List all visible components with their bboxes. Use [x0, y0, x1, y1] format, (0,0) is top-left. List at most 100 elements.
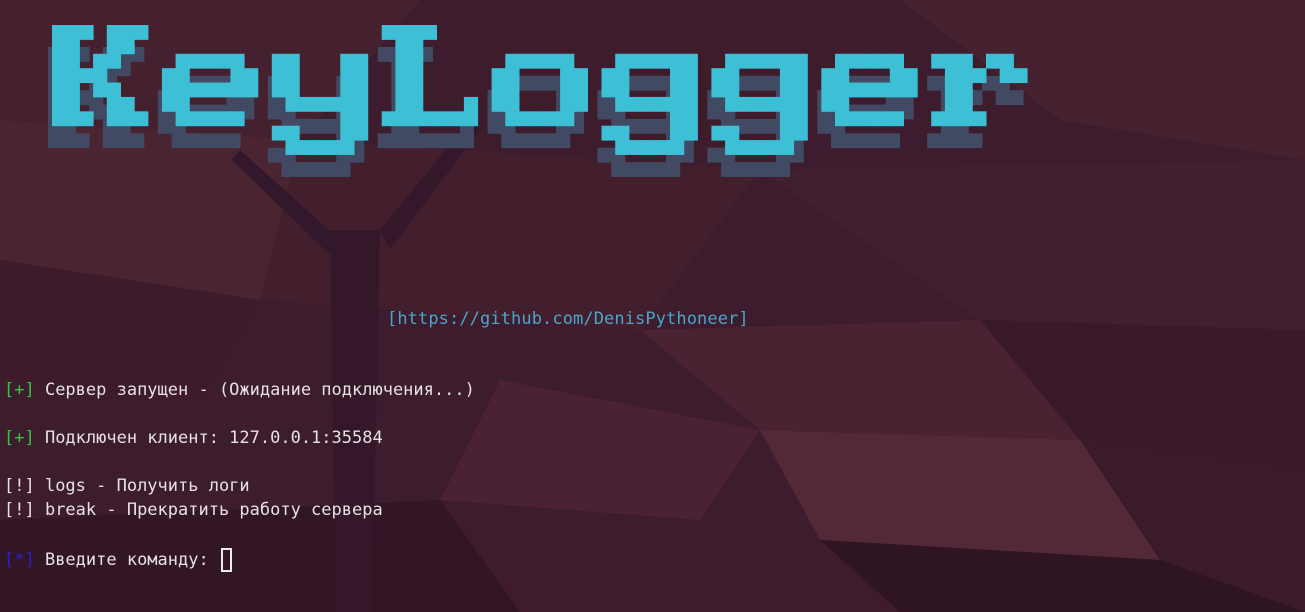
logo-pixel	[106, 53, 121, 69]
logo-pixel	[491, 68, 506, 84]
logo-pixel	[285, 68, 300, 84]
logo-shadow-pixel	[377, 47, 392, 62]
command-prompt[interactable]: [*] Введите команду:	[4, 548, 232, 572]
logo-pixel	[779, 140, 795, 155]
logo-pixel	[271, 82, 286, 98]
logo-pixel	[821, 68, 836, 84]
logo-pixel	[601, 68, 616, 84]
logo-shadow-pixel	[308, 118, 324, 134]
logo-pixel	[889, 53, 904, 69]
logo-pixel	[903, 82, 918, 98]
logo-pixel	[120, 25, 135, 40]
logo-shadow-pixel	[666, 162, 681, 177]
logo-pixel	[779, 125, 795, 141]
logo-pixel	[670, 53, 685, 69]
logo-pixel	[738, 53, 753, 69]
logo-pixel	[615, 96, 630, 112]
logo-shadow-pixel	[652, 75, 667, 91]
text-cursor[interactable]	[220, 548, 232, 572]
logo-pixel	[1013, 68, 1028, 84]
logo-pixel	[340, 111, 355, 127]
help-line-text: logs - Получить логи	[34, 476, 250, 496]
logo-shadow-pixel	[446, 133, 461, 149]
help-line-logs: [!] logs - Получить логи	[4, 476, 250, 496]
logo-pixel	[505, 68, 520, 84]
logo-pixel	[958, 111, 973, 127]
logo-pixel	[779, 53, 795, 69]
logo-shadow-pixel	[638, 75, 653, 91]
logo-pixel	[560, 96, 575, 112]
logo-pixel	[821, 96, 836, 112]
logo-pixel	[134, 25, 149, 40]
logo-pixel	[862, 111, 877, 127]
logo-pixel	[670, 82, 685, 98]
logo-pixel	[519, 53, 534, 69]
logo-pixel	[560, 53, 575, 69]
logo-pixel	[848, 82, 863, 98]
logo-pixel	[958, 68, 973, 84]
logo-pixel	[340, 140, 355, 155]
logo-pixel	[409, 82, 424, 98]
logo-pixel	[999, 53, 1014, 69]
logo-shadow-pixel	[226, 133, 241, 149]
logo-shadow-pixel	[762, 162, 777, 177]
logo-pixel	[409, 39, 424, 55]
logo-shadow-pixel	[748, 162, 763, 177]
logo-shadow-pixel	[995, 90, 1010, 106]
logo-shadow-pixel	[432, 133, 447, 149]
logo-pixel	[106, 82, 121, 98]
logo-pixel	[381, 25, 396, 40]
logo-pixel	[532, 53, 547, 69]
logo-pixel	[271, 125, 286, 141]
logo-pixel	[422, 111, 437, 127]
logo-pixel	[230, 82, 245, 98]
logo-pixel	[738, 96, 753, 112]
logo-pixel	[65, 68, 80, 84]
logo-pixel	[120, 111, 135, 127]
logo-pixel	[779, 111, 795, 127]
logo-pixel	[615, 125, 630, 141]
log-line-client-connected: [+] Подключен клиент: 127.0.0.1:35584	[4, 428, 383, 448]
logo-pixel	[271, 68, 286, 84]
logo-shadow-pixel	[267, 147, 282, 163]
logo-pixel	[161, 82, 177, 98]
logo-pixel	[340, 68, 355, 84]
logo-pixel	[230, 68, 245, 84]
logo-pixel	[175, 111, 190, 127]
logo-pixel	[835, 82, 850, 98]
logo-pixel	[779, 68, 795, 84]
logo-pixel	[244, 68, 259, 84]
logo-pixel	[615, 53, 630, 69]
logo-pixel	[409, 53, 424, 69]
logo-pixel	[711, 68, 726, 84]
logo-pixel	[340, 82, 355, 98]
logo-shadow-pixel	[418, 133, 433, 149]
logo-pixel	[779, 82, 795, 98]
logo-pixel	[532, 111, 547, 127]
logo-pixel	[491, 82, 506, 98]
logo-pixel	[79, 111, 94, 127]
logo-pixel	[134, 111, 149, 127]
logo-pixel	[821, 82, 836, 98]
status-tag-plus: [+]	[4, 380, 35, 400]
prompt-label: Введите команду:	[34, 550, 219, 570]
logo-pixel	[395, 68, 410, 84]
logo-pixel	[395, 111, 410, 127]
logo-pixel	[670, 96, 685, 112]
logo-pixel	[505, 53, 520, 69]
logo-pixel	[958, 82, 973, 98]
logo-pixel	[409, 25, 424, 40]
logo-pixel	[175, 53, 190, 69]
logo-pixel	[738, 140, 753, 155]
logo-shadow-pixel	[501, 133, 516, 149]
logo-pixel	[876, 82, 891, 98]
logo-pixel	[944, 68, 960, 84]
status-tag-bang: [!]	[4, 500, 35, 520]
logo-pixel	[642, 96, 657, 112]
logo-pixel	[354, 53, 369, 69]
logo-shadow-pixel	[707, 147, 722, 163]
logo-pixel	[560, 82, 575, 98]
logo-pixel	[615, 82, 630, 98]
logo-pixel	[793, 125, 808, 141]
logo-pixel	[436, 111, 451, 127]
